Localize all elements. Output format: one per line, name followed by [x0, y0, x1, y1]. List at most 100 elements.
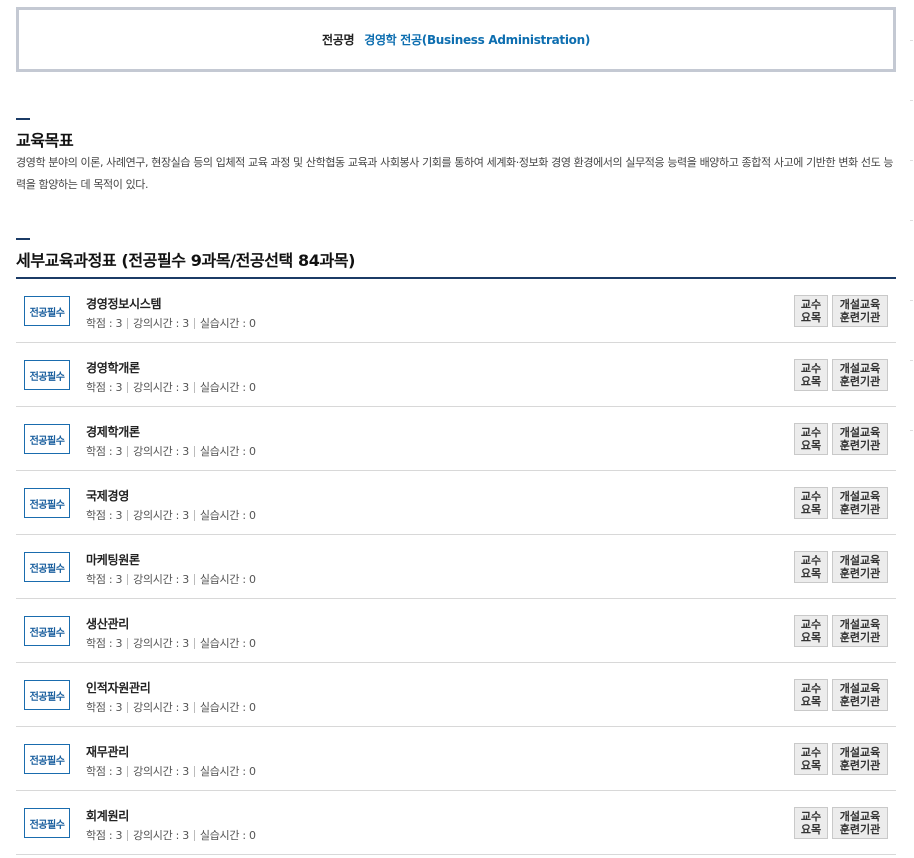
course-credit: 학점 : 3: [86, 317, 123, 330]
course-credit: 학점 : 3: [86, 701, 123, 714]
course-type-badge: 전공필수: [24, 488, 70, 518]
course-meta: 학점 : 3 강의시간 : 3 실습시간 : 0: [86, 699, 256, 715]
course-lecture-hours: 강의시간 : 3: [133, 317, 189, 330]
course-meta: 학점 : 3 강의시간 : 3 실습시간 : 0: [86, 379, 256, 395]
course-credit: 학점 : 3: [86, 829, 123, 842]
meta-divider: [127, 637, 129, 649]
syllabus-button-label: 교수 요목: [800, 298, 822, 324]
course-lecture-hours: 강의시간 : 3: [133, 765, 189, 778]
goal-title: 교육목표: [16, 131, 74, 150]
syllabus-button[interactable]: 교수 요목: [794, 551, 828, 583]
course-practice-hours: 실습시간 : 0: [199, 381, 256, 394]
syllabus-button[interactable]: 교수 요목: [794, 679, 828, 711]
training-institution-button[interactable]: 개설교육 훈련기관: [832, 679, 888, 711]
course-name: 재무관리: [86, 745, 129, 759]
course-name: 생산관리: [86, 617, 129, 631]
syllabus-button-label: 교수 요목: [800, 746, 822, 772]
course-practice-hours: 실습시간 : 0: [199, 445, 256, 458]
syllabus-button[interactable]: 교수 요목: [794, 743, 828, 775]
meta-divider: [193, 573, 195, 585]
meta-divider: [193, 317, 195, 329]
syllabus-button[interactable]: 교수 요목: [794, 807, 828, 839]
course-credit: 학점 : 3: [86, 509, 123, 522]
course-lecture-hours: 강의시간 : 3: [133, 701, 189, 714]
meta-divider: [193, 701, 195, 713]
course-credit: 학점 : 3: [86, 637, 123, 650]
training-institution-button-label: 개설교육 훈련기관: [839, 554, 881, 580]
meta-divider: [127, 701, 129, 713]
course-practice-hours: 실습시간 : 0: [199, 509, 256, 522]
course-meta: 학점 : 3 강의시간 : 3 실습시간 : 0: [86, 315, 256, 331]
course-type-badge: 전공필수: [24, 296, 70, 326]
course-meta: 학점 : 3 강의시간 : 3 실습시간 : 0: [86, 763, 256, 779]
training-institution-button[interactable]: 개설교육 훈련기관: [832, 423, 888, 455]
course-row: 전공필수 인적자원관리 학점 : 3 강의시간 : 3 실습시간 : 0 교수 요목 개설교…: [16, 663, 896, 727]
meta-divider: [127, 829, 129, 841]
course-name: 경제학개론: [86, 425, 140, 439]
course-row: 전공필수 회계원리 학점 : 3 강의시간 : 3 실습시간 : 0 교수 요목 개설교육 …: [16, 791, 896, 855]
course-name: 국제경영: [86, 489, 129, 503]
major-label: 전공명: [321, 33, 355, 47]
course-lecture-hours: 강의시간 : 3: [133, 445, 189, 458]
syllabus-button-label: 교수 요목: [800, 362, 822, 388]
meta-divider: [127, 509, 129, 521]
course-practice-hours: 실습시간 : 0: [199, 701, 256, 714]
training-institution-button[interactable]: 개설교육 훈련기관: [832, 743, 888, 775]
training-institution-button-label: 개설교육 훈련기관: [839, 298, 881, 324]
course-name: 경영정보시스템: [86, 297, 162, 311]
training-institution-button[interactable]: 개설교육 훈련기관: [832, 615, 888, 647]
meta-divider: [127, 381, 129, 393]
course-credit: 학점 : 3: [86, 765, 123, 778]
training-institution-button-label: 개설교육 훈련기관: [839, 746, 881, 772]
course-type-badge: 전공필수: [24, 744, 70, 774]
right-edge-border: [910, 0, 914, 500]
training-institution-button[interactable]: 개설교육 훈련기관: [832, 551, 888, 583]
course-name: 경영학개론: [86, 361, 140, 375]
course-meta: 학점 : 3 강의시간 : 3 실습시간 : 0: [86, 443, 256, 459]
meta-divider: [127, 445, 129, 457]
meta-divider: [127, 573, 129, 585]
meta-divider: [193, 509, 195, 521]
course-credit: 학점 : 3: [86, 445, 123, 458]
course-row: 전공필수 생산관리학점 : 3 강의시간 : 3 실습시간 : 0 교수 요목 개설교육 …: [16, 599, 896, 663]
course-row: 전공필수 경영정보시스템학점 : 3 강의시간 : 3 실습시간 : 0 교수 요목 개설…: [16, 279, 896, 343]
syllabus-button[interactable]: 교수 요목: [794, 295, 828, 327]
course-type-badge: 전공필수: [24, 808, 70, 838]
syllabus-button-label: 교수 요목: [800, 490, 822, 516]
course-type-badge: 전공필수: [24, 424, 70, 454]
course-name: 마케팅원론: [86, 553, 140, 567]
syllabus-button-label: 교수 요목: [800, 554, 822, 580]
syllabus-button[interactable]: 교수 요목: [794, 423, 828, 455]
course-row: 전공필수 경영학개론 학점 : 3 강의시간 : 3 실습시간 : 0 교수 요목 개설교육…: [16, 343, 896, 407]
course-lecture-hours: 강의시간 : 3: [133, 829, 189, 842]
course-lecture-hours: 강의시간 : 3: [133, 509, 189, 522]
major-value: 경영학 전공(Business Administration): [364, 33, 591, 47]
course-type-badge: 전공필수: [24, 616, 70, 646]
course-list: 전공필수 경영정보시스템 학점 : 3 강의시간 : 3 실습시간 : 0 교수 요목 개설…: [16, 277, 896, 855]
training-institution-button[interactable]: 개설교육 훈련기관: [832, 359, 888, 391]
course-practice-hours: 실습시간 : 0: [199, 317, 256, 330]
training-institution-button[interactable]: 개설교육 훈련기관: [832, 807, 888, 839]
course-meta: 학점 : 3 강의시간 : 3 실습시간 : 0: [86, 507, 256, 523]
course-lecture-hours: 강의시간 : 3: [133, 573, 189, 586]
syllabus-button-label: 교수 요목: [800, 426, 822, 452]
course-lecture-hours: 강의시간 : 3: [133, 637, 189, 650]
meta-divider: [193, 637, 195, 649]
course-lecture-hours: 강의시간 : 3: [133, 381, 189, 394]
course-meta: 학점 : 3 강의시간 : 3 실습시간 : 0: [86, 635, 256, 651]
syllabus-button[interactable]: 교수 요목: [794, 359, 828, 391]
curriculum-title: 세부교육과정표 (전공필수 9과목/전공선택 84과목): [16, 251, 356, 270]
training-institution-button[interactable]: 개설교육 훈련기관: [832, 295, 888, 327]
syllabus-button[interactable]: 교수 요목: [794, 615, 828, 647]
course-meta: 학점 : 3 강의시간 : 3 실습시간 : 0: [86, 571, 256, 587]
training-institution-button-label: 개설교육 훈련기관: [839, 682, 881, 708]
course-row: 전공필수 재무관리학점 : 3 강의시간 : 3 실습시간 : 0 교수 요목 개설교육 …: [16, 727, 896, 791]
training-institution-button[interactable]: 개설교육 훈련기관: [832, 487, 888, 519]
course-practice-hours: 실습시간 : 0: [199, 637, 256, 650]
course-name: 인적자원관리: [86, 681, 151, 695]
syllabus-button[interactable]: 교수 요목: [794, 487, 828, 519]
course-practice-hours: 실습시간 : 0: [199, 765, 256, 778]
meta-divider: [127, 765, 129, 777]
course-practice-hours: 실습시간 : 0: [199, 829, 256, 842]
training-institution-button-label: 개설교육 훈련기관: [839, 810, 881, 836]
